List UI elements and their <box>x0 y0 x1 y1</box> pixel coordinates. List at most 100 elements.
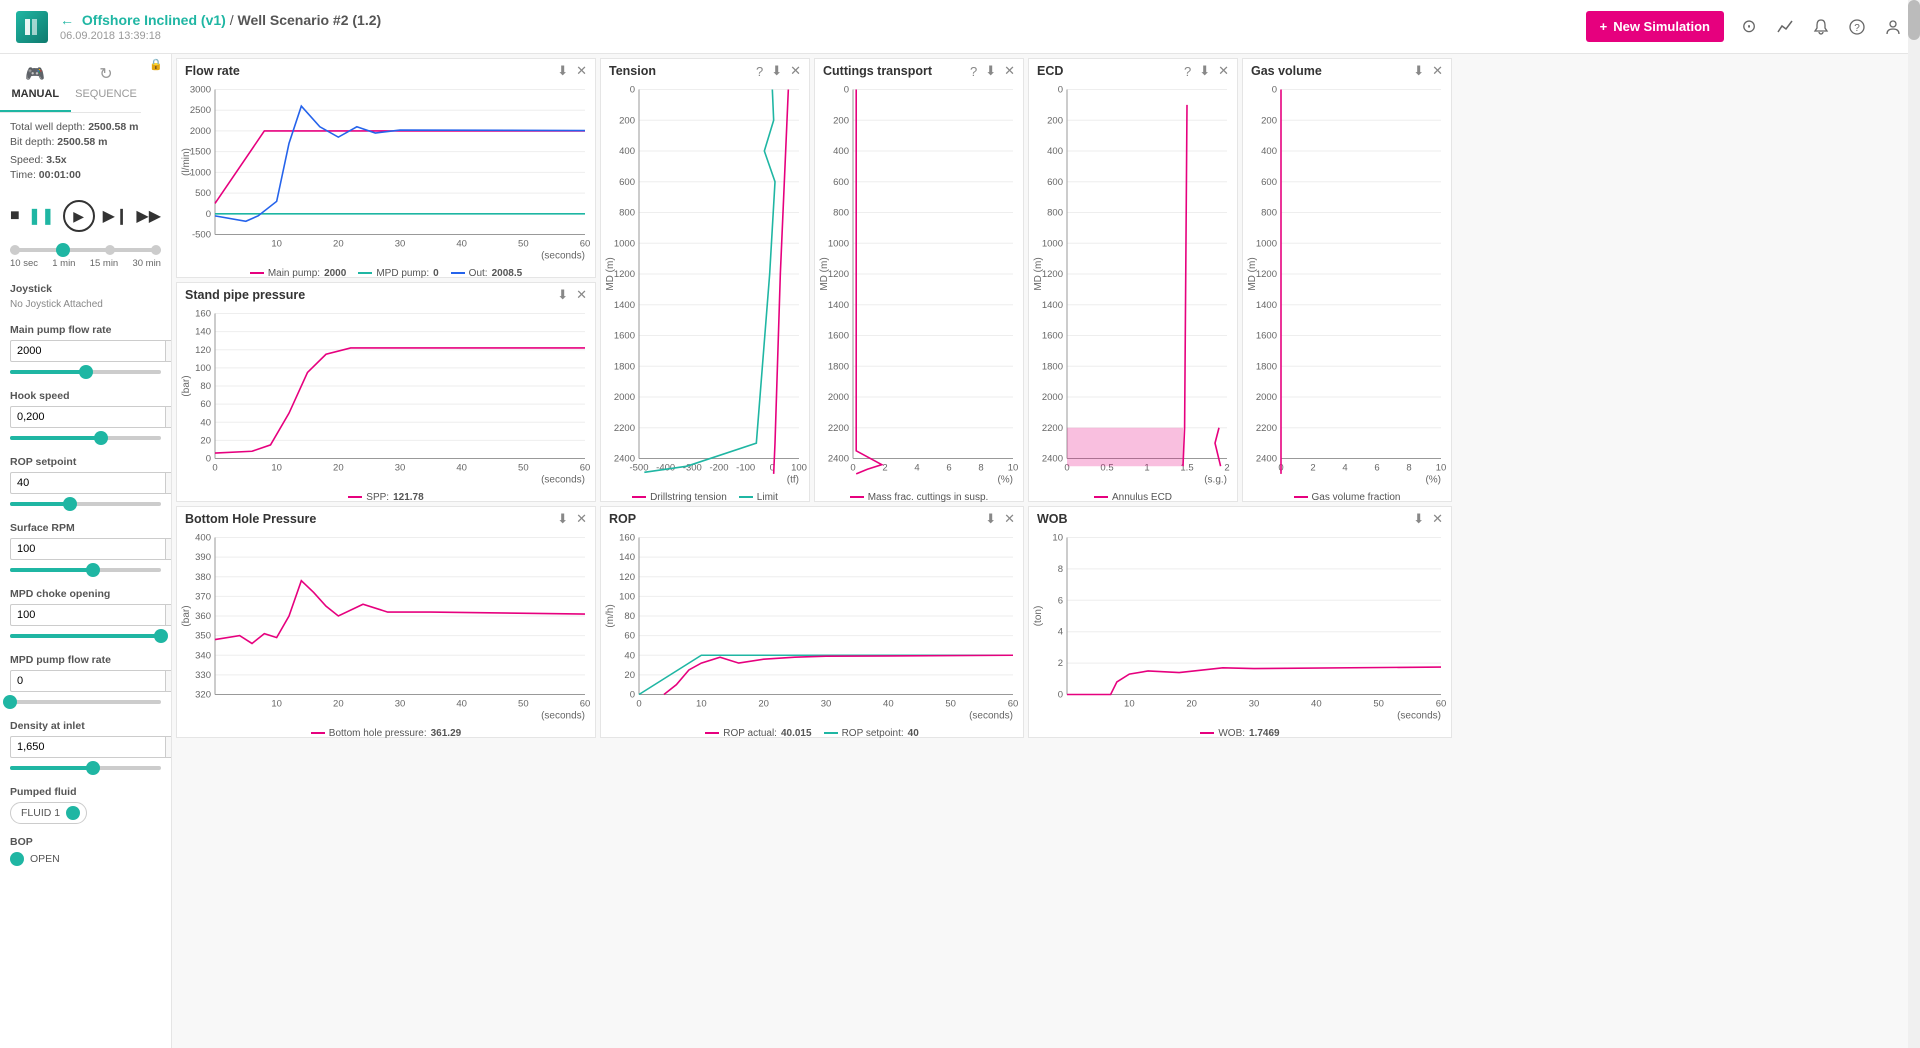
mpd_pump-input[interactable] <box>10 670 166 692</box>
chart-legend: Main pump: 2000MPD pump: 0Out: 2008.5 <box>177 264 595 281</box>
bop-toggle[interactable]: OPEN <box>10 852 60 866</box>
play-button[interactable]: ▶ <box>63 200 95 232</box>
close-icon[interactable]: ✕ <box>1432 63 1443 79</box>
help-icon[interactable]: ? <box>1846 16 1868 38</box>
help-icon[interactable]: ? <box>756 64 763 79</box>
svg-text:(seconds): (seconds) <box>969 711 1013 722</box>
rop_setpoint-input[interactable] <box>10 472 166 494</box>
mpd_pump-slider[interactable] <box>10 700 161 704</box>
total-depth-value: 2500.58 m <box>88 121 138 133</box>
speed-label-0: 10 sec <box>10 258 38 269</box>
svg-text:390: 390 <box>195 552 211 563</box>
bell-icon[interactable] <box>1810 16 1832 38</box>
svg-text:-100: -100 <box>736 463 755 474</box>
close-icon[interactable]: ✕ <box>790 63 801 79</box>
step-forward-button[interactable]: ▶❙ <box>103 206 129 226</box>
close-icon[interactable]: ✕ <box>576 287 587 303</box>
pumped-fluid-pill[interactable]: FLUID 1 <box>10 802 87 824</box>
main_pump-slider[interactable] <box>10 370 161 374</box>
svg-text:0: 0 <box>206 209 211 220</box>
surface_rpm-slider[interactable] <box>10 568 161 572</box>
download-icon[interactable]: ⬇ <box>985 511 996 527</box>
download-icon[interactable]: ⬇ <box>1413 511 1424 527</box>
speed-mark-15min[interactable] <box>105 245 115 255</box>
mpd_choke-slider[interactable] <box>10 634 161 638</box>
svg-text:1000: 1000 <box>828 238 849 249</box>
pumped-fluid-value: FLUID 1 <box>21 807 60 819</box>
close-icon[interactable]: ✕ <box>576 63 587 79</box>
more-icon[interactable]: ⊙ <box>1738 16 1760 38</box>
app-logo[interactable] <box>16 11 48 43</box>
svg-text:2200: 2200 <box>828 423 849 434</box>
svg-text:(seconds): (seconds) <box>1397 711 1441 722</box>
download-icon[interactable]: ⬇ <box>557 63 568 79</box>
svg-text:20: 20 <box>758 699 769 710</box>
bit-depth-value: 2500.58 m <box>57 136 107 148</box>
svg-text:(s.g.): (s.g.) <box>1204 475 1227 486</box>
download-icon[interactable]: ⬇ <box>1199 63 1210 79</box>
close-icon[interactable]: ✕ <box>1218 63 1229 79</box>
chart-icon[interactable] <box>1774 16 1796 38</box>
speed-mark-30min[interactable] <box>151 245 161 255</box>
joystick-title: Joystick <box>10 283 161 295</box>
svg-text:2400: 2400 <box>828 454 849 465</box>
fast-forward-button[interactable]: ▶▶ <box>136 206 161 226</box>
speed-value: 3.5x <box>46 154 66 166</box>
help-icon[interactable]: ? <box>970 64 977 79</box>
mpd_choke-input[interactable] <box>10 604 166 626</box>
tab-sequence[interactable]: ↻ SEQUENCE <box>71 54 142 112</box>
svg-text:(%): (%) <box>997 475 1013 486</box>
chart-title: Tension <box>609 64 748 78</box>
svg-text:340: 340 <box>195 650 211 661</box>
close-icon[interactable]: ✕ <box>1432 511 1443 527</box>
sidebar-tabs: 🎮 MANUAL ↻ SEQUENCE <box>0 54 141 113</box>
hook_speed-input[interactable] <box>10 406 166 428</box>
download-icon[interactable]: ⬇ <box>1413 63 1424 79</box>
close-icon[interactable]: ✕ <box>1004 63 1015 79</box>
rop_setpoint-slider[interactable] <box>10 502 161 506</box>
close-icon[interactable]: ✕ <box>576 511 587 527</box>
back-arrow-icon[interactable]: ← <box>60 12 74 28</box>
breadcrumb: ← Offshore Inclined (v1) / Well Scenario… <box>60 12 1586 42</box>
svg-text:2: 2 <box>1058 658 1063 669</box>
svg-text:0: 0 <box>844 85 849 96</box>
help-icon[interactable]: ? <box>1184 64 1191 79</box>
svg-text:50: 50 <box>945 699 956 710</box>
svg-text:10: 10 <box>696 699 707 710</box>
breadcrumb-parent-link[interactable]: Offshore Inclined (v1) <box>82 12 226 28</box>
stop-button[interactable]: ■ <box>10 207 20 225</box>
user-icon[interactable] <box>1882 16 1904 38</box>
chart-flow-rate: Flow rate⬇ ✕ -50005001000150020002500300… <box>176 58 596 278</box>
main_pump-input[interactable] <box>10 340 166 362</box>
speed-mark-10sec[interactable] <box>10 245 20 255</box>
svg-text:2200: 2200 <box>1256 423 1277 434</box>
svg-text:2000: 2000 <box>1256 392 1277 403</box>
scrollbar[interactable] <box>1908 0 1920 1048</box>
download-icon[interactable]: ⬇ <box>771 63 782 79</box>
hook_speed-slider[interactable] <box>10 436 161 440</box>
pause-button[interactable]: ❚❚ <box>28 206 55 226</box>
svg-text:100: 100 <box>791 463 807 474</box>
density-input[interactable] <box>10 736 166 758</box>
svg-text:400: 400 <box>833 146 849 157</box>
pumped-fluid-label: Pumped fluid <box>10 786 161 798</box>
surface_rpm-input[interactable] <box>10 538 166 560</box>
header: ← Offshore Inclined (v1) / Well Scenario… <box>0 0 1920 54</box>
svg-text:0: 0 <box>1272 85 1277 96</box>
speed-mark-1min[interactable] <box>56 243 70 257</box>
svg-text:0: 0 <box>1058 85 1063 96</box>
svg-text:800: 800 <box>1047 208 1063 219</box>
download-icon[interactable]: ⬇ <box>985 63 996 79</box>
close-icon[interactable]: ✕ <box>1004 511 1015 527</box>
toggle-dot-icon <box>10 852 24 866</box>
svg-text:0: 0 <box>206 454 211 465</box>
new-simulation-button[interactable]: + New Simulation <box>1586 11 1724 42</box>
density-slider[interactable] <box>10 766 161 770</box>
download-icon[interactable]: ⬇ <box>557 287 568 303</box>
lock-icon[interactable]: 🔒 <box>141 54 171 75</box>
tab-manual[interactable]: 🎮 MANUAL <box>0 54 71 112</box>
surface_rpm-label: Surface RPM <box>10 522 161 534</box>
chart-tension: Tension?⬇ ✕ 0200400600800100012001400160… <box>600 58 810 502</box>
speed-slider[interactable]: 10 sec 1 min 15 min 30 min <box>0 240 171 277</box>
download-icon[interactable]: ⬇ <box>557 511 568 527</box>
